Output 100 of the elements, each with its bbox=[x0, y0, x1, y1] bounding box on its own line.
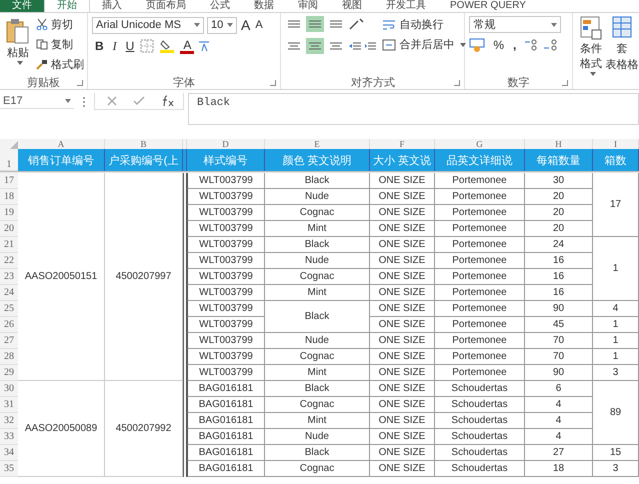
row-number[interactable]: 33 bbox=[0, 429, 18, 445]
number-format-select[interactable]: 常规 bbox=[469, 16, 562, 33]
table-cell: 30 bbox=[525, 173, 593, 189]
row-number[interactable]: 25 bbox=[0, 301, 18, 317]
table-cell: Portemonee bbox=[435, 317, 525, 333]
dialog-launcher-icon[interactable] bbox=[454, 80, 460, 86]
column-header[interactable]: A bbox=[18, 139, 105, 149]
dialog-launcher-icon[interactable] bbox=[562, 80, 568, 86]
currency-icon[interactable] bbox=[469, 38, 488, 52]
header-cell: 品英文详细说 bbox=[435, 149, 525, 171]
ribbon-tab[interactable]: 公式 bbox=[198, 0, 242, 12]
dialog-launcher-icon[interactable] bbox=[77, 80, 83, 86]
copy-icon bbox=[36, 39, 48, 50]
align-lines-icon bbox=[287, 19, 302, 29]
row-number[interactable]: 27 bbox=[0, 333, 18, 349]
table-cell: ONE SIZE bbox=[370, 269, 435, 285]
format-painter-button[interactable]: 格式刷 bbox=[36, 56, 84, 73]
decrease-font-button[interactable]: A bbox=[254, 16, 264, 34]
ribbon-tab[interactable]: POWER QUERY bbox=[438, 0, 538, 12]
cut-button[interactable]: 剪切 bbox=[36, 16, 84, 33]
row-number[interactable]: 35 bbox=[0, 461, 18, 477]
table-cell: Black bbox=[265, 445, 370, 461]
formula-field[interactable]: Black bbox=[188, 93, 639, 125]
row-number[interactable]: 26 bbox=[0, 317, 18, 333]
align-lines-icon bbox=[329, 19, 344, 29]
copy-button[interactable]: 复制 bbox=[36, 36, 84, 53]
row-number[interactable]: 20 bbox=[0, 221, 18, 237]
column-header[interactable]: F bbox=[370, 139, 435, 149]
table-cell: 20 bbox=[525, 205, 593, 221]
bold-button[interactable]: B bbox=[92, 37, 107, 55]
row-number[interactable]: 32 bbox=[0, 413, 18, 429]
column-header[interactable]: B bbox=[105, 139, 183, 149]
ribbon-tab[interactable]: 页面布局 bbox=[134, 0, 198, 12]
row-number[interactable]: 23 bbox=[0, 269, 18, 285]
font-size-select[interactable]: 10 bbox=[207, 16, 237, 34]
wrap-text-icon bbox=[382, 18, 396, 30]
phonetic-icon[interactable] bbox=[197, 39, 212, 53]
check-icon[interactable] bbox=[133, 96, 145, 106]
vertical-align-button[interactable] bbox=[306, 16, 324, 32]
ribbon-tab[interactable]: 开始 bbox=[44, 0, 90, 12]
row-number[interactable]: 34 bbox=[0, 445, 18, 461]
ribbon-tab[interactable]: 数据 bbox=[242, 0, 286, 12]
font-name-select[interactable]: Arial Unicode MS bbox=[92, 16, 204, 34]
underline-button[interactable]: U bbox=[122, 37, 138, 55]
merge-cells-icon bbox=[382, 38, 396, 50]
text-orientation-icon[interactable] bbox=[348, 17, 366, 31]
merge-center-button[interactable]: 合并后居中 bbox=[382, 36, 466, 53]
indent-icon[interactable] bbox=[348, 40, 378, 52]
ribbon-tab[interactable]: 开发工具 bbox=[374, 0, 438, 12]
column-header[interactable]: G bbox=[435, 139, 525, 149]
column-header[interactable]: H bbox=[525, 139, 593, 149]
table-cell: ONE SIZE bbox=[370, 333, 435, 349]
caret-icon bbox=[194, 23, 200, 27]
name-box[interactable]: E17 bbox=[0, 93, 74, 109]
row-number[interactable]: 22 bbox=[0, 253, 18, 269]
insert-function-icon[interactable] bbox=[161, 95, 175, 107]
row-number[interactable]: 29 bbox=[0, 365, 18, 381]
horizontal-align-button[interactable] bbox=[306, 38, 324, 54]
column-header[interactable]: I bbox=[593, 139, 639, 149]
ribbon-tab[interactable]: 插入 bbox=[90, 0, 134, 12]
italic-button[interactable]: I bbox=[110, 37, 120, 55]
percent-button[interactable]: % bbox=[490, 36, 508, 54]
row-number[interactable]: 28 bbox=[0, 349, 18, 365]
table-cell: WLT003799 bbox=[187, 301, 265, 317]
dialog-launcher-icon[interactable] bbox=[270, 80, 276, 86]
row-number[interactable]: 31 bbox=[0, 397, 18, 413]
table-cell: WLT003799 bbox=[187, 349, 265, 365]
caret-icon bbox=[16, 61, 22, 65]
conditional-formatting-button[interactable]: 条件格式 bbox=[577, 16, 605, 89]
table-cell: ONE SIZE bbox=[370, 445, 435, 461]
table-cell: Cognac bbox=[265, 461, 370, 477]
row-number[interactable]: 30 bbox=[0, 381, 18, 397]
table-cell: Mint bbox=[265, 413, 370, 429]
group-label: 字体 bbox=[173, 76, 196, 90]
paste-button[interactable]: 粘贴 bbox=[4, 16, 32, 75]
row-number[interactable]: 19 bbox=[0, 205, 18, 221]
increase-font-button[interactable]: A bbox=[240, 16, 252, 34]
column-header[interactable]: E bbox=[265, 139, 370, 149]
table-cell: 20 bbox=[525, 221, 593, 237]
font-color-button[interactable]: A bbox=[180, 38, 194, 54]
table-cell: 70 bbox=[525, 333, 593, 349]
table-cell: ONE SIZE bbox=[370, 253, 435, 269]
row-number[interactable]: 21 bbox=[0, 237, 18, 253]
align-lines-icon bbox=[287, 41, 302, 51]
column-header[interactable]: D bbox=[187, 139, 265, 149]
more-options-icon[interactable] bbox=[82, 96, 86, 108]
table-cell: 1 bbox=[593, 237, 639, 301]
table-cell: Cognac bbox=[265, 397, 370, 413]
header-cell: 销售订单编号 bbox=[18, 149, 105, 171]
caret-icon bbox=[65, 98, 71, 102]
align-lines-icon bbox=[308, 41, 322, 51]
row-number[interactable]: 17 bbox=[0, 173, 18, 189]
comma-button[interactable]: , bbox=[510, 36, 520, 54]
row-number[interactable]: 24 bbox=[0, 285, 18, 301]
table-cell: Portemonee bbox=[435, 301, 525, 317]
row-number[interactable]: 18 bbox=[0, 189, 18, 205]
row-number[interactable]: 1 bbox=[0, 149, 18, 171]
wrap-text-button[interactable]: 自动换行 bbox=[382, 16, 466, 33]
ribbon-tab[interactable]: 视图 bbox=[330, 0, 374, 12]
table-cell: ONE SIZE bbox=[370, 237, 435, 253]
